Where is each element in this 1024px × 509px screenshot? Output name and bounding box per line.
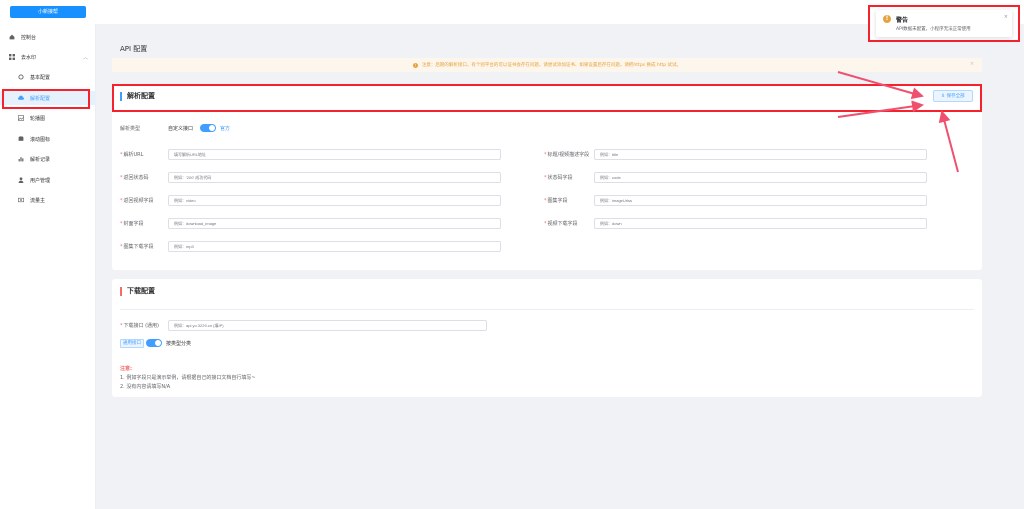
sidebar-item-label: 去水印 xyxy=(21,54,37,61)
parse-config-card: 解析配置 ⊻ 保存全部 解析类型 自定义接口 官方 *解析URL *返回状态码 … xyxy=(112,84,982,270)
sidebar-item-label: 轮播图 xyxy=(30,115,46,122)
sidebar-highlight xyxy=(2,89,90,109)
classify-switch[interactable] xyxy=(146,339,162,347)
sidebar-item-label: 基本配置 xyxy=(30,74,51,81)
grid-icon xyxy=(9,54,15,60)
warning-icon: ! xyxy=(412,62,418,68)
note-line: 1. 例如字段只是演示举例，请根据自己的接口文档自行填写~ xyxy=(120,375,256,381)
sidebar-item-basic-config[interactable]: 基本配置 xyxy=(0,70,96,84)
sidebar-item-label: 滚动图标 xyxy=(30,136,51,143)
sidebar-item-label: 流量主 xyxy=(30,197,46,204)
image-icon xyxy=(18,115,24,121)
sidebar-item-dashboard[interactable]: 控制台 xyxy=(0,30,96,44)
field-label-video: *返回视频字段 xyxy=(120,198,154,204)
notice-text: 注意：后期的解析接口，有个别平台的可以证书会存在问题，请尝试添加证书、如果设置后… xyxy=(421,63,682,68)
official-label: 官方 xyxy=(220,126,231,132)
card-title: 解析配置 xyxy=(120,92,155,101)
page-title: API 配置 xyxy=(120,45,148,53)
classify-label: 按类型分类 xyxy=(166,341,192,347)
gallery-download-input[interactable] xyxy=(168,241,501,252)
parse-type-switch[interactable] xyxy=(200,124,216,132)
parse-url-input[interactable] xyxy=(168,149,501,160)
field-label-parse-url: *解析URL xyxy=(120,152,144,158)
gallery-field-input[interactable] xyxy=(594,195,927,206)
divider xyxy=(120,111,974,112)
gear-icon xyxy=(18,74,24,80)
field-label-title: *标题/视频描述字段 xyxy=(544,152,590,158)
money-icon xyxy=(18,197,24,203)
sidebar-item-label: 控制台 xyxy=(21,34,37,41)
brand-button[interactable]: 小新接帮 xyxy=(10,6,86,18)
code-field-input[interactable] xyxy=(594,172,927,183)
close-icon[interactable]: × xyxy=(1004,14,1008,20)
stack-icon xyxy=(18,136,24,142)
custom-api-label: 自定义接口 xyxy=(168,126,194,132)
field-label-video-download: *视频下载字段 xyxy=(544,221,578,227)
field-label-code: *状态码字段 xyxy=(544,175,573,181)
cover-field-input[interactable] xyxy=(168,218,501,229)
card-title: 下载配置 xyxy=(120,287,155,296)
note-title: 注意: xyxy=(120,366,132,372)
sidebar-item-label: 解析记录 xyxy=(30,156,51,163)
sidebar-item-parse-log[interactable]: 解析记录 xyxy=(0,152,96,166)
bar-chart-icon xyxy=(18,156,24,162)
save-all-button[interactable]: ⊻ 保存全部 xyxy=(933,90,973,102)
toast-highlight: ! 警告 API数据未配置，小程序无法正常使用 × xyxy=(868,5,1020,42)
close-icon[interactable]: × xyxy=(970,61,974,67)
title-field-input[interactable] xyxy=(594,149,927,160)
warning-toast: ! 警告 API数据未配置，小程序无法正常使用 × xyxy=(876,10,1012,37)
sidebar-item-traffic[interactable]: 流量主 xyxy=(0,193,96,207)
status-code-input[interactable] xyxy=(168,172,501,183)
home-icon xyxy=(9,34,15,40)
toast-title: 警告 xyxy=(896,17,909,24)
warning-icon: ! xyxy=(883,15,891,23)
general-api-tag: 通用接口 xyxy=(120,339,144,348)
video-field-input[interactable] xyxy=(168,195,501,206)
user-icon xyxy=(18,177,24,183)
field-label-cover: *封面字段 xyxy=(120,221,144,227)
note-line: 2. 没有内容请填写N/A xyxy=(120,384,171,390)
toast-message: API数据未配置，小程序无法正常使用 xyxy=(896,27,971,32)
field-label-download-api: *下载接口 (通用) xyxy=(120,323,159,329)
sidebar-item-watermark[interactable]: 去水印 ︿ xyxy=(0,50,96,64)
save-icon: ⊻ xyxy=(941,93,945,99)
sidebar-item-label: 用户管理 xyxy=(30,177,51,184)
video-download-input[interactable] xyxy=(594,218,927,229)
download-api-input[interactable] xyxy=(168,320,487,331)
field-label-gallery-download: *图集下载字段 xyxy=(120,244,154,250)
parse-type-label: 解析类型 xyxy=(120,126,141,132)
divider xyxy=(120,309,974,310)
chevron-up-icon: ︿ xyxy=(82,55,88,61)
field-label-status-code: *返回状态码 xyxy=(120,175,149,181)
notice-bar: ! 注意：后期的解析接口，有个别平台的可以证书会存在问题，请尝试添加证书、如果设… xyxy=(112,58,982,72)
field-label-gallery: *图集字段 xyxy=(544,198,568,204)
sidebar-item-users[interactable]: 用户管理 xyxy=(0,173,96,187)
sidebar-item-scroll-icons[interactable]: 滚动图标 xyxy=(0,132,96,146)
sidebar-item-carousel[interactable]: 轮播图 xyxy=(0,111,96,125)
